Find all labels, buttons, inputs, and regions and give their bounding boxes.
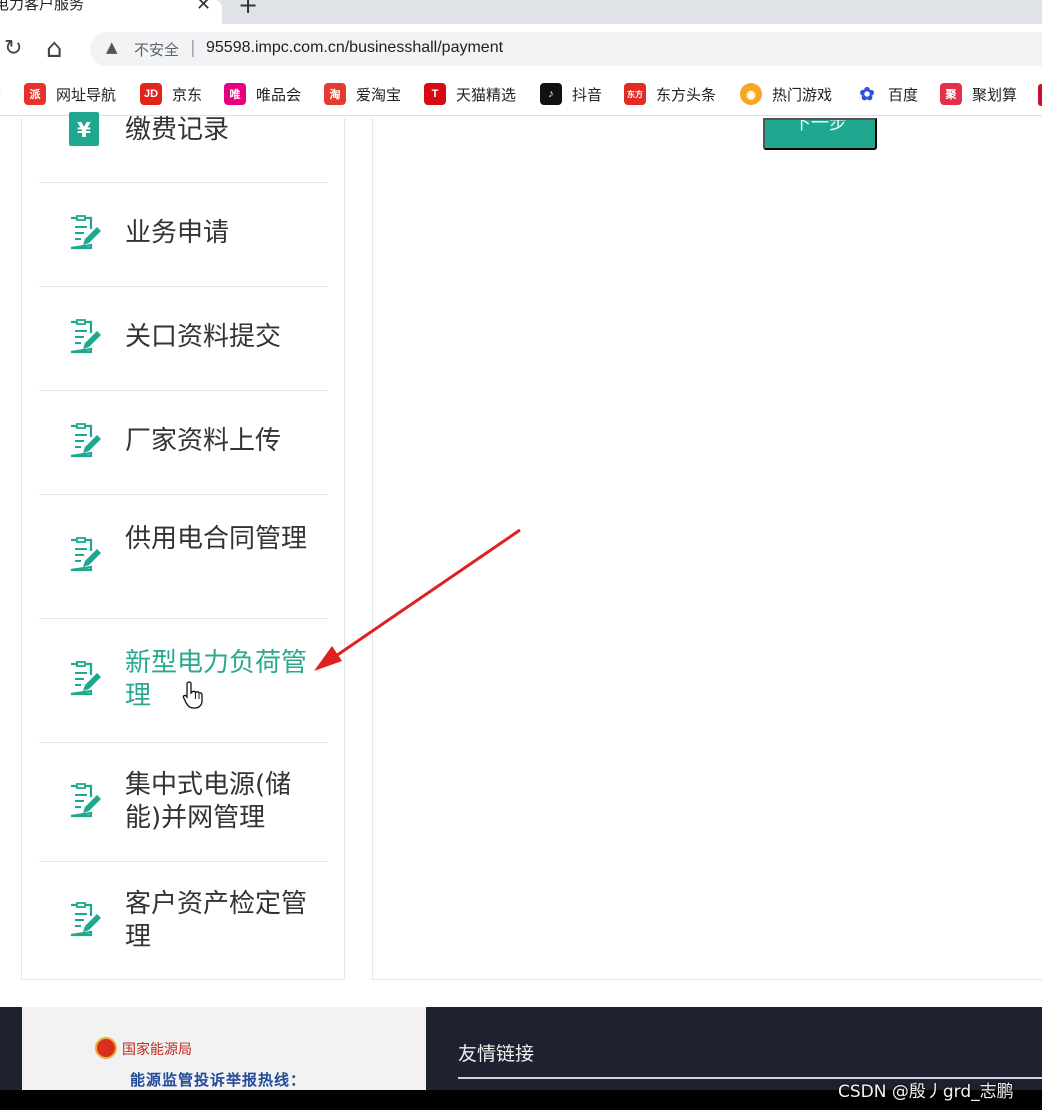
footer-logo-panel: 国家能源局 能源监管投诉举报热线： (22, 1007, 426, 1090)
sidebar-item-label: 业务申请 (125, 218, 230, 248)
next-step-button[interactable]: 下一步 (763, 118, 877, 150)
bookmark-icon: 淘 (324, 83, 346, 105)
sidebar-item-asset-verification[interactable]: 客户资产检定管理 (39, 862, 327, 980)
friendly-links-title: 友情链接 (458, 1043, 535, 1065)
bookmark-item[interactable]: ◉ 热门游戏 (740, 82, 832, 106)
form-edit-icon (70, 783, 101, 818)
bookmark-icon: 聚 (940, 83, 962, 105)
browser-tab[interactable]: 电力客户服务 ✕ (0, 0, 222, 24)
form-edit-icon (70, 537, 101, 572)
form-edit-icon (70, 319, 101, 354)
bookmark-item[interactable]: 唯 唯品会 (224, 82, 301, 106)
sidebar-item-payment-records[interactable]: ¥ 缴费记录 (39, 112, 327, 183)
browser-tab-bar: 电力客户服务 ✕ + (0, 0, 1042, 24)
bookmark-icon: 签 (0, 83, 2, 105)
hotline-label: 能源监管投诉举报热线： (130, 1071, 307, 1089)
bookmark-item[interactable]: JD 京东 (140, 82, 202, 106)
bookmark-item[interactable]: T 天猫精选 (424, 82, 516, 106)
bookmark-label: 天猫精选 (456, 85, 517, 104)
bookmark-label: 爱淘宝 (356, 85, 402, 104)
tab-title: 电力客户服务 (0, 0, 85, 13)
close-tab-icon[interactable]: ✕ (196, 0, 211, 15)
bookmark-icon: JD (140, 83, 162, 105)
bookmark-item[interactable]: ♪ 抖音 (540, 82, 602, 106)
sidebar-item-business-application[interactable]: 业务申请 (39, 183, 327, 287)
insecure-label[interactable]: 不安全 (134, 39, 179, 60)
address-bar: ↻ ⌂ ▲ 不安全 | 95598.impc.com.cn/businessha… (0, 24, 1042, 74)
sidebar-item-vendor-upload[interactable]: 厂家资料上传 (39, 391, 327, 495)
sidebar-menu: ¥ 缴费记录 业务申请 关口资料提交 厂家资料上传 供用电合同管理 新型电力负荷… (21, 112, 345, 980)
bookmark-label: 百度 (888, 85, 919, 104)
bookmark-item[interactable]: 聚 聚划算 (940, 82, 1017, 106)
reload-icon[interactable]: ↻ (4, 36, 22, 61)
sidebar-item-gateway-submission[interactable]: 关口资料提交 (39, 287, 327, 391)
next-step-label: 下一步 (793, 118, 847, 133)
sidebar-item-contract-management[interactable]: 供用电合同管理 (39, 495, 327, 619)
bookmark-label: 热门游戏 (772, 85, 833, 104)
home-icon[interactable]: ⌂ (46, 34, 63, 64)
bookmark-item[interactable]: ✿ 百度 (856, 82, 918, 106)
bookmark-label: 京东 (172, 85, 203, 104)
bookmark-item[interactable]: 签 (0, 82, 12, 106)
new-tab-icon[interactable]: + (238, 0, 258, 19)
url-text[interactable]: 95598.impc.com.cn/businesshall/payment (206, 39, 503, 57)
sidebar-item-label: 供用电合同管理 (125, 524, 308, 554)
sidebar-item-label: 关口资料提交 (125, 322, 282, 352)
sidebar-item-label: 集中式电源(储能)并网管理 (125, 770, 292, 833)
sidebar-item-label: 厂家资料上传 (125, 426, 282, 456)
form-edit-icon (70, 215, 101, 250)
main-content-panel: 下一步 (372, 118, 1042, 980)
bookmark-label: 网址导航 (56, 85, 117, 104)
bookmark-icon: ♪ (540, 83, 562, 105)
warning-icon[interactable]: ▲ (106, 38, 118, 56)
sidebar-item-label: 客户资产检定管理 (125, 889, 308, 952)
hand-cursor-icon (182, 681, 203, 709)
svg-text:¥: ¥ (77, 118, 91, 142)
national-emblem-icon (95, 1037, 117, 1059)
yuan-receipt-icon: ¥ (69, 112, 99, 146)
bookmark-item[interactable]: 东方 东方头条 (624, 82, 716, 106)
form-edit-icon (70, 902, 101, 937)
bookmark-label: 唯品会 (256, 85, 302, 104)
bookmark-icon: 派 (24, 83, 46, 105)
footer-edge (0, 1007, 22, 1090)
bookmark-label: 聚划算 (972, 85, 1018, 104)
omnibox[interactable]: ▲ 不安全 | 95598.impc.com.cn/businesshall/p… (90, 32, 1042, 66)
bookmark-item[interactable]: 派 网址导航 (24, 82, 116, 106)
bookmark-item[interactable]: 淘 爱淘宝 (324, 82, 401, 106)
sidebar-item-label: 新型电力负荷管理 (125, 648, 308, 711)
bookmark-icon: ◉ (740, 83, 762, 105)
bookmarks-bar: 签 派 网址导航 JD 京东 唯 唯品会 淘 爱淘宝 T 天猫精选 ♪ 抖音 东… (0, 74, 1042, 116)
bookmark-icon: ✿ (856, 83, 878, 105)
sidebar-item-label: 缴费记录 (125, 115, 230, 145)
bookmark-overflow-icon[interactable] (1038, 84, 1042, 106)
csdn-watermark: CSDN @殷丿grd_志鹏 (838, 1082, 1014, 1102)
sidebar-item-grid-connection[interactable]: 集中式电源(储能)并网管理 (39, 743, 327, 862)
bookmark-icon: 唯 (224, 83, 246, 105)
form-edit-icon (70, 661, 101, 696)
bookmark-icon: 东方 (624, 83, 646, 105)
bookmark-label: 抖音 (572, 85, 603, 104)
bookmark-label: 东方头条 (656, 85, 717, 104)
bookmark-icon: T (424, 83, 446, 105)
form-edit-icon (70, 423, 101, 458)
url-divider: | (190, 38, 196, 58)
nea-label: 国家能源局 (122, 1042, 192, 1058)
